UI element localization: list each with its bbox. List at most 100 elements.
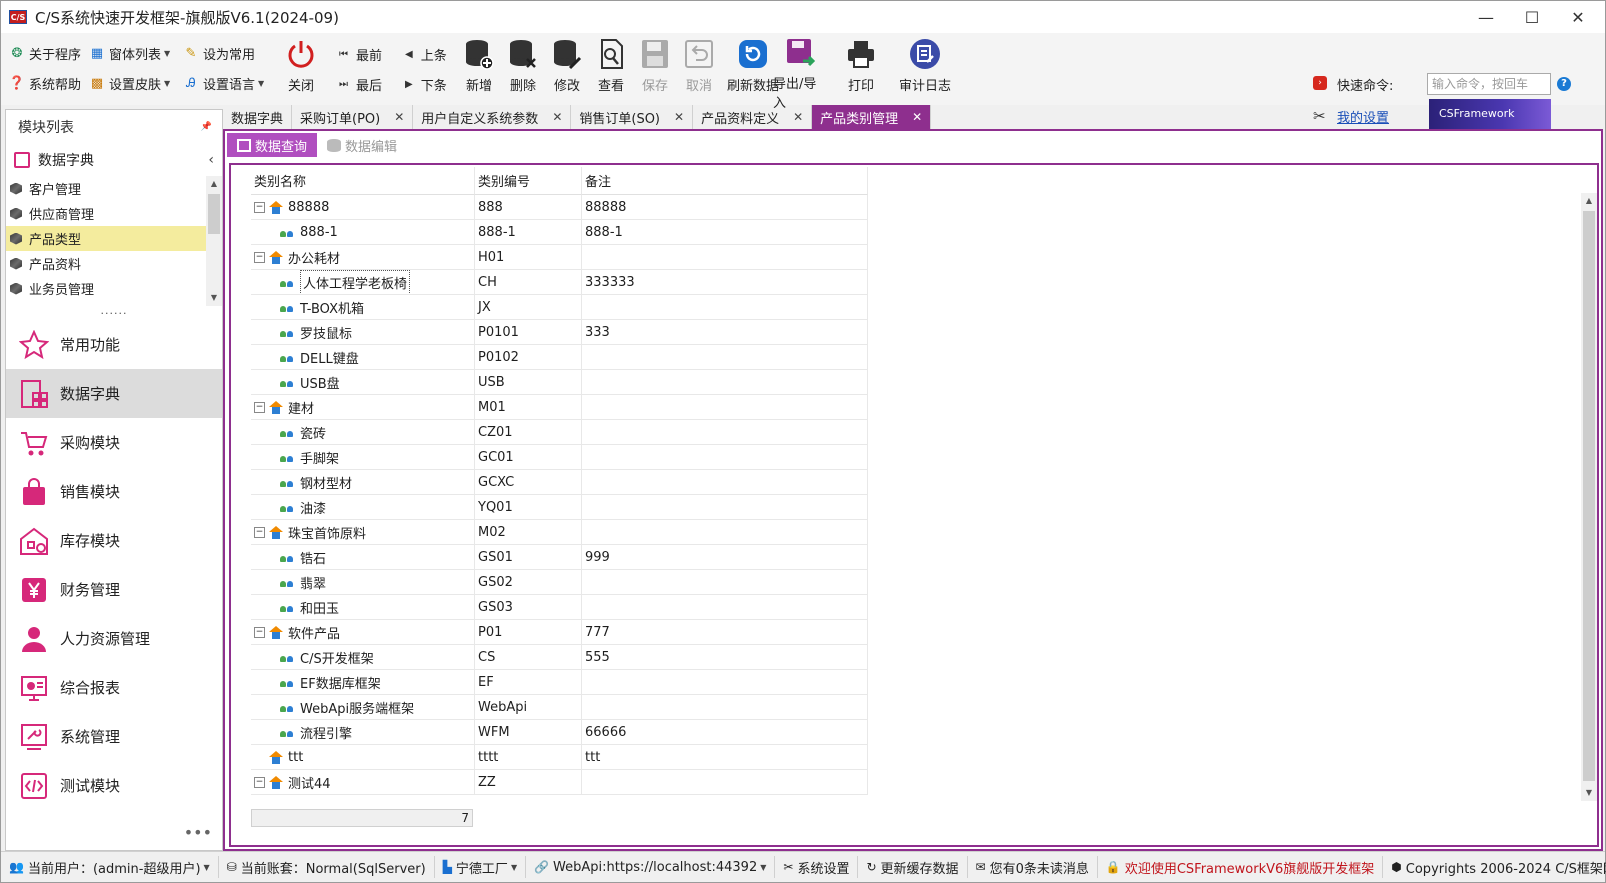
table-row[interactable]: T-BOX机箱 JX xyxy=(251,295,1526,320)
cell-category-name[interactable]: − 软件产品 xyxy=(251,620,475,645)
table-row[interactable]: 人体工程学老板椅 CH 333333 xyxy=(251,270,1526,295)
module-hr[interactable]: 人力资源管理 xyxy=(6,614,222,663)
close-tab-icon[interactable]: ✕ xyxy=(394,110,404,124)
table-row[interactable]: 油漆 YQ01 xyxy=(251,495,1526,520)
module-test[interactable]: 测试模块 xyxy=(6,761,222,810)
help-circle-icon[interactable]: ? xyxy=(1557,77,1571,91)
cell-category-name[interactable]: 和田玉 xyxy=(251,595,475,620)
cell-category-code[interactable]: WFM xyxy=(475,720,582,745)
cell-category-name[interactable]: DELL键盘 xyxy=(251,345,475,370)
cell-category-name[interactable]: EF数据库框架 xyxy=(251,670,475,695)
section-data-dictionary[interactable]: 数据字典 ‹ xyxy=(6,144,222,176)
cell-category-code[interactable]: WebApi xyxy=(475,695,582,720)
quick-command-input[interactable] xyxy=(1427,73,1551,95)
minimize-button[interactable]: — xyxy=(1463,1,1509,33)
table-row[interactable]: 888-1 888-1 888-1 xyxy=(251,220,1526,245)
table-row[interactable]: − 测试44 ZZ xyxy=(251,770,1526,795)
close-tab-icon[interactable]: ✕ xyxy=(912,110,922,124)
help-button[interactable]: ❓ 系统帮助 xyxy=(9,71,81,95)
module-sales[interactable]: 销售模块 xyxy=(6,467,222,516)
table-row[interactable]: 翡翠 GS02 xyxy=(251,570,1526,595)
audit-log-button[interactable]: 审计日志 xyxy=(895,37,955,99)
cell-category-code[interactable]: GCXC xyxy=(475,470,582,495)
cell-category-name[interactable]: 油漆 xyxy=(251,495,475,520)
prev-record-button[interactable]: ◀ 上条 xyxy=(405,45,447,64)
cell-note[interactable]: ttt xyxy=(582,745,868,770)
close-tab-icon[interactable]: ✕ xyxy=(552,110,562,124)
language-button[interactable]: Ꭿ 设置语言 ▼ xyxy=(183,71,264,95)
cell-note[interactable] xyxy=(582,770,868,795)
cell-category-name[interactable]: 钢材型材 xyxy=(251,470,475,495)
table-row[interactable]: − 办公耗材 H01 xyxy=(251,245,1526,270)
more-modules-button[interactable]: ••• xyxy=(6,824,222,850)
cell-category-code[interactable]: ZZ xyxy=(475,770,582,795)
column-header-note[interactable]: 备注 xyxy=(582,167,868,195)
cell-category-code[interactable]: CS xyxy=(475,645,582,670)
expand-toggle-icon[interactable]: − xyxy=(254,776,265,788)
cell-category-name[interactable]: USB盘 xyxy=(251,370,475,395)
module-inventory[interactable]: 库存模块 xyxy=(6,516,222,565)
cell-category-name[interactable]: − 建材 xyxy=(251,395,475,420)
expand-toggle-icon[interactable]: − xyxy=(254,251,265,263)
table-row[interactable]: − 软件产品 P01 777 xyxy=(251,620,1526,645)
status-factory[interactable]: ▙ 宁德工厂 ▼ xyxy=(435,856,527,878)
next-record-button[interactable]: ▶ 下条 xyxy=(405,75,447,94)
last-record-button[interactable]: ⏭ 最后 xyxy=(339,75,382,94)
cell-category-code[interactable]: P0101 xyxy=(475,320,582,345)
list-item[interactable]: 客户管理 xyxy=(6,176,206,201)
table-row[interactable]: 锆石 GS01 999 xyxy=(251,545,1526,570)
close-window-button[interactable]: ✕ xyxy=(1555,1,1601,33)
table-row[interactable]: C/S开发框架 CS 555 xyxy=(251,645,1526,670)
cell-note[interactable] xyxy=(582,470,868,495)
cell-note[interactable] xyxy=(582,695,868,720)
cell-category-code[interactable]: 888-1 xyxy=(475,220,582,245)
cell-category-code[interactable]: YQ01 xyxy=(475,495,582,520)
pin-icon[interactable]: 📌 xyxy=(201,122,212,132)
close-tab-icon[interactable]: ✕ xyxy=(674,110,684,124)
cell-note[interactable]: 888-1 xyxy=(582,220,868,245)
table-row[interactable]: 瓷砖 CZ01 xyxy=(251,420,1526,445)
scroll-up-icon[interactable]: ▲ xyxy=(206,176,222,192)
print-button[interactable]: 打印 xyxy=(835,37,887,99)
tab-data-dictionary[interactable]: 数据字典 xyxy=(223,105,293,129)
about-button[interactable]: ❂ 关于程序 xyxy=(9,41,81,65)
module-system[interactable]: 系统管理 xyxy=(6,712,222,761)
cell-category-code[interactable]: JX xyxy=(475,295,582,320)
cell-category-name[interactable]: 888-1 xyxy=(251,220,475,245)
table-row[interactable]: DELL键盘 P0102 xyxy=(251,345,1526,370)
table-row[interactable]: ttt tttt ttt xyxy=(251,745,1526,770)
set-common-button[interactable]: ✎ 设为常用 xyxy=(183,41,255,65)
cell-category-name[interactable]: 流程引擎 xyxy=(251,720,475,745)
cell-note[interactable]: 66666 xyxy=(582,720,868,745)
cell-category-name[interactable]: ttt xyxy=(251,745,475,770)
cell-category-code[interactable]: GC01 xyxy=(475,445,582,470)
close-tab-icon[interactable]: ✕ xyxy=(793,110,803,124)
cell-category-code[interactable]: CH xyxy=(475,270,582,295)
subtab-edit[interactable]: 数据编辑 xyxy=(317,133,407,157)
module-dictionary[interactable]: 数据字典 xyxy=(6,369,222,418)
subtab-query[interactable]: 数据查询 xyxy=(227,133,318,157)
cell-category-code[interactable]: GS03 xyxy=(475,595,582,620)
cell-category-name[interactable]: 瓷砖 xyxy=(251,420,475,445)
table-row[interactable]: −88888 888 88888 xyxy=(251,195,1526,220)
cell-note[interactable] xyxy=(582,495,868,520)
table-row[interactable]: 罗技鼠标 P0101 333 xyxy=(251,320,1526,345)
cell-category-name[interactable]: T-BOX机箱 xyxy=(251,295,475,320)
list-item[interactable]: 产品类型 xyxy=(6,226,206,251)
scroll-down-icon[interactable]: ▼ xyxy=(206,290,222,306)
grid-vertical-scrollbar[interactable]: ▲ ▼ xyxy=(1581,193,1597,801)
expand-toggle-icon[interactable]: − xyxy=(254,401,265,413)
cell-category-name[interactable]: 手脚架 xyxy=(251,445,475,470)
expand-toggle-icon[interactable]: − xyxy=(254,626,265,638)
tab-user-params[interactable]: 用户自定义系统参数 ✕ xyxy=(413,105,572,129)
cell-note[interactable] xyxy=(582,520,868,545)
cell-note[interactable]: 555 xyxy=(582,645,868,670)
cell-note[interactable]: 333 xyxy=(582,320,868,345)
list-item[interactable]: 产品资料 xyxy=(6,251,206,276)
cell-category-code[interactable]: M02 xyxy=(475,520,582,545)
cell-category-name[interactable]: − 办公耗材 xyxy=(251,245,475,270)
status-settings[interactable]: ✂ 系统设置 xyxy=(775,856,859,878)
cell-category-name[interactable]: − 88888 xyxy=(251,195,475,220)
status-account[interactable]: ⛁ 当前账套：Normal(SqlServer) xyxy=(219,856,435,878)
cell-note[interactable] xyxy=(582,245,868,270)
